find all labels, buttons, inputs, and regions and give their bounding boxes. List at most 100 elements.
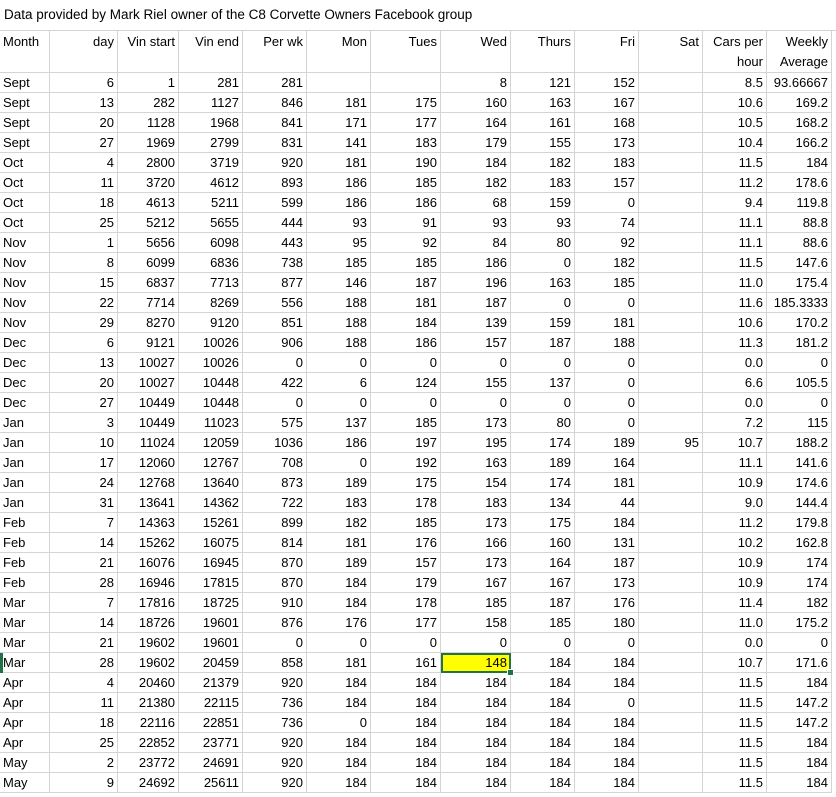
cell-day[interactable]: 6	[50, 73, 118, 93]
cell-fri[interactable]: 0	[575, 373, 639, 393]
cell-tues[interactable]: 186	[371, 333, 441, 353]
header-sat[interactable]: Sat	[639, 30, 703, 73]
cell-cars-per-hour[interactable]: 6.6	[703, 373, 767, 393]
cell-vin-end[interactable]: 6098	[179, 233, 243, 253]
cell-vin-start[interactable]: 8270	[118, 313, 179, 333]
cell-day[interactable]: 15	[50, 273, 118, 293]
cell-day[interactable]: 8	[50, 253, 118, 273]
cell-weekly-average[interactable]: 147.2	[767, 693, 832, 713]
cell-vin-start[interactable]: 20460	[118, 673, 179, 693]
cell-month[interactable]: Mar	[0, 653, 50, 673]
header-weekly-average[interactable]: Weekly Average	[767, 30, 832, 73]
cell-mon[interactable]: 188	[307, 333, 371, 353]
cell-thurs[interactable]: 0	[511, 353, 575, 373]
cell-weekly-average[interactable]: 141.6	[767, 453, 832, 473]
header-vin-start[interactable]: Vin start	[118, 30, 179, 73]
cell-sat[interactable]	[639, 473, 703, 493]
cell-weekly-average[interactable]: 179.8	[767, 513, 832, 533]
cell-mon[interactable]: 186	[307, 193, 371, 213]
cell-vin-start[interactable]: 6837	[118, 273, 179, 293]
cell-day[interactable]: 27	[50, 393, 118, 413]
cell-day[interactable]: 2	[50, 753, 118, 773]
cell-thurs[interactable]: 0	[511, 293, 575, 313]
cell-day[interactable]: 28	[50, 653, 118, 673]
cell-wed[interactable]: 154	[441, 473, 511, 493]
cell-tues[interactable]: 177	[371, 613, 441, 633]
cell-tues[interactable]: 92	[371, 233, 441, 253]
cell-mon[interactable]: 181	[307, 153, 371, 173]
cell-vin-start[interactable]: 9121	[118, 333, 179, 353]
cell-cars-per-hour[interactable]: 11.2	[703, 173, 767, 193]
cell-day[interactable]: 14	[50, 533, 118, 553]
cell-thurs[interactable]: 189	[511, 453, 575, 473]
cell-weekly-average[interactable]: 184	[767, 773, 832, 793]
cell-sat[interactable]	[639, 613, 703, 633]
cell-thurs[interactable]: 160	[511, 533, 575, 553]
cell-vin-start[interactable]: 11024	[118, 433, 179, 453]
cell-weekly-average[interactable]: 185.3333	[767, 293, 832, 313]
cell-mon[interactable]: 186	[307, 173, 371, 193]
cell-month[interactable]: Feb	[0, 553, 50, 573]
cell-thurs[interactable]: 137	[511, 373, 575, 393]
cell-per-wk[interactable]: 575	[243, 413, 307, 433]
cell-mon[interactable]: 93	[307, 213, 371, 233]
cell-mon[interactable]: 189	[307, 473, 371, 493]
cell-fri[interactable]: 184	[575, 653, 639, 673]
cell-vin-end[interactable]: 6836	[179, 253, 243, 273]
cell-cars-per-hour[interactable]: 11.5	[703, 153, 767, 173]
cell-wed[interactable]: 179	[441, 133, 511, 153]
cell-mon[interactable]: 184	[307, 573, 371, 593]
cell-weekly-average[interactable]: 174	[767, 573, 832, 593]
cell-vin-start[interactable]: 15262	[118, 533, 179, 553]
cell-day[interactable]: 7	[50, 593, 118, 613]
cell-sat[interactable]	[639, 593, 703, 613]
cell-weekly-average[interactable]: 169.2	[767, 93, 832, 113]
cell-vin-end[interactable]: 4612	[179, 173, 243, 193]
cell-vin-end[interactable]: 7713	[179, 273, 243, 293]
cell-tues[interactable]: 184	[371, 313, 441, 333]
cell-weekly-average[interactable]: 171.6	[767, 653, 832, 673]
cell-vin-end[interactable]: 11023	[179, 413, 243, 433]
cell-tues[interactable]: 185	[371, 173, 441, 193]
cell-month[interactable]: Nov	[0, 253, 50, 273]
cell-thurs[interactable]: 184	[511, 653, 575, 673]
cell-vin-start[interactable]: 16946	[118, 573, 179, 593]
cell-thurs[interactable]: 0	[511, 393, 575, 413]
header-per-wk[interactable]: Per wk	[243, 30, 307, 73]
cell-vin-start[interactable]: 5656	[118, 233, 179, 253]
cell-cars-per-hour[interactable]: 8.5	[703, 73, 767, 93]
cell-sat[interactable]	[639, 353, 703, 373]
cell-vin-end[interactable]: 20459	[179, 653, 243, 673]
cell-cars-per-hour[interactable]: 10.6	[703, 93, 767, 113]
cell-sat[interactable]	[639, 373, 703, 393]
cell-per-wk[interactable]: 736	[243, 713, 307, 733]
cell-sat[interactable]	[639, 253, 703, 273]
cell-per-wk[interactable]: 1036	[243, 433, 307, 453]
cell-per-wk[interactable]: 920	[243, 733, 307, 753]
cell-weekly-average[interactable]: 0	[767, 353, 832, 373]
cell-thurs[interactable]: 121	[511, 73, 575, 93]
header-wed[interactable]: Wed	[441, 30, 511, 73]
cell-cars-per-hour[interactable]: 0.0	[703, 353, 767, 373]
cell-month[interactable]: Apr	[0, 733, 50, 753]
cell-mon[interactable]: 181	[307, 533, 371, 553]
cell-day[interactable]: 13	[50, 93, 118, 113]
cell-tues[interactable]: 177	[371, 113, 441, 133]
cell-wed[interactable]: 182	[441, 173, 511, 193]
cell-wed[interactable]: 196	[441, 273, 511, 293]
cell-tues[interactable]: 185	[371, 413, 441, 433]
cell-weekly-average[interactable]: 162.8	[767, 533, 832, 553]
cell-day[interactable]: 29	[50, 313, 118, 333]
cell-wed[interactable]: 173	[441, 413, 511, 433]
cell-sat[interactable]	[639, 393, 703, 413]
cell-sat[interactable]	[639, 173, 703, 193]
cell-weekly-average[interactable]: 168.2	[767, 113, 832, 133]
cell-per-wk[interactable]: 0	[243, 393, 307, 413]
cell-cars-per-hour[interactable]: 10.4	[703, 133, 767, 153]
cell-wed[interactable]: 158	[441, 613, 511, 633]
cell-tues[interactable]: 184	[371, 693, 441, 713]
cell-per-wk[interactable]: 831	[243, 133, 307, 153]
cell-cars-per-hour[interactable]: 9.4	[703, 193, 767, 213]
cell-vin-end[interactable]: 5655	[179, 213, 243, 233]
cell-per-wk[interactable]: 870	[243, 553, 307, 573]
